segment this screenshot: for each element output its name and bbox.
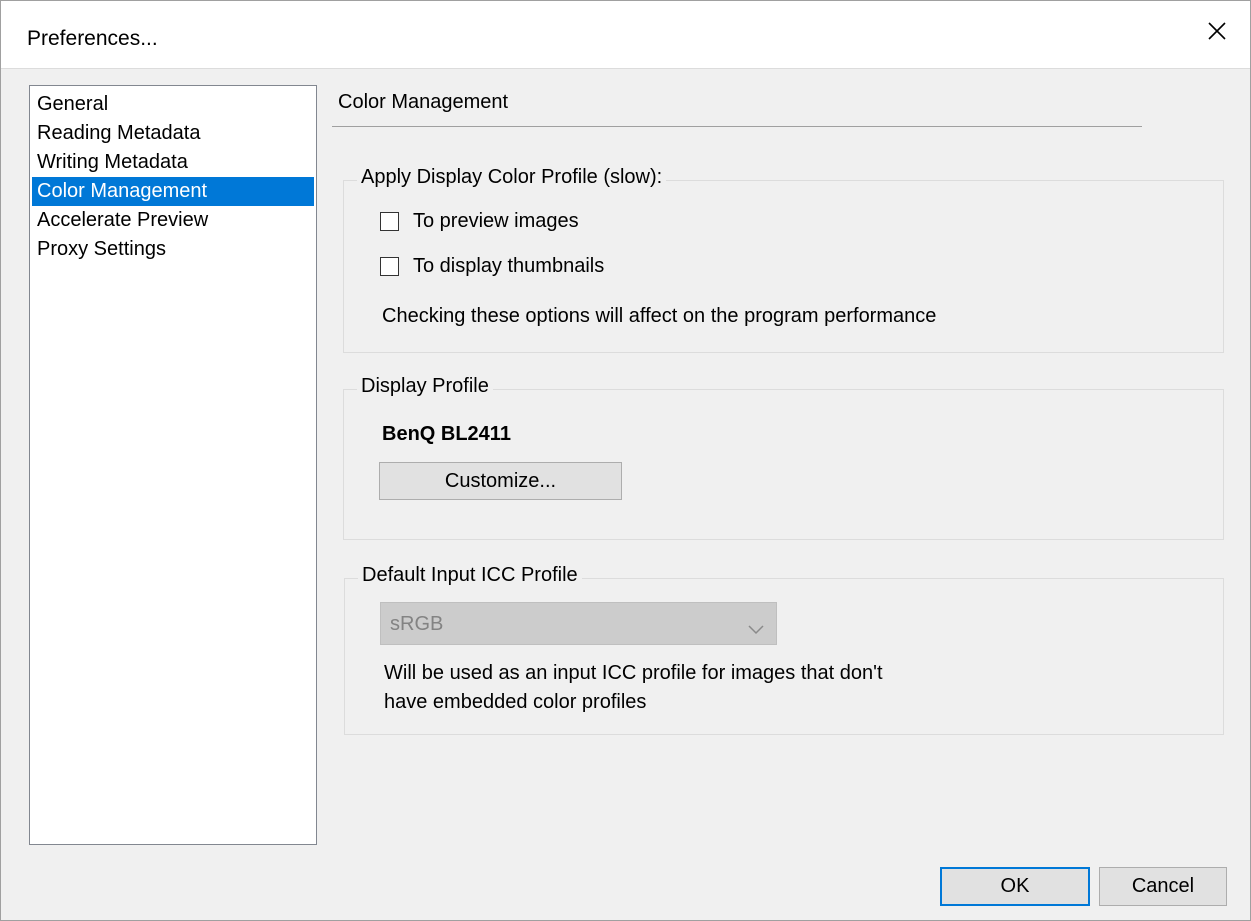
input-icc-profile-value: sRGB: [390, 613, 444, 635]
preferences-category-list[interactable]: General Reading Metadata Writing Metadat…: [29, 85, 317, 845]
cancel-button[interactable]: Cancel: [1099, 867, 1227, 906]
display-thumbnails-label: To display thumbnails: [413, 255, 605, 277]
nav-item-writing-metadata[interactable]: Writing Metadata: [32, 148, 314, 177]
preferences-dialog: Preferences... General Reading Metadata …: [0, 0, 1251, 921]
preview-images-option[interactable]: To preview images: [380, 210, 579, 233]
ok-button[interactable]: OK: [940, 867, 1090, 906]
nav-item-proxy-settings[interactable]: Proxy Settings: [32, 235, 314, 264]
preview-images-checkbox[interactable]: [380, 212, 399, 231]
performance-note: Checking these options will affect on th…: [382, 305, 937, 327]
customize-button-label: Customize...: [444, 469, 557, 492]
display-profile-name: BenQ BL2411: [382, 423, 511, 445]
nav-item-color-management[interactable]: Color Management: [32, 177, 314, 206]
input-icc-note-line1: Will be used as an input ICC profile for…: [384, 662, 883, 684]
input-icc-note-line2: have embedded color profiles: [384, 691, 647, 713]
chevron-down-icon: [748, 618, 764, 635]
input-icc-profile-select[interactable]: sRGB: [380, 602, 777, 645]
customize-button[interactable]: Customize...: [379, 462, 622, 500]
preview-images-label: To preview images: [413, 210, 579, 232]
display-thumbnails-checkbox[interactable]: [380, 257, 399, 276]
ok-button-label: OK: [1000, 875, 1030, 897]
heading-divider: [332, 126, 1142, 127]
nav-item-reading-metadata[interactable]: Reading Metadata: [32, 119, 314, 148]
window-title: Preferences...: [27, 27, 158, 50]
close-icon: [1207, 21, 1227, 47]
cancel-button-label: Cancel: [1131, 875, 1195, 897]
nav-item-general[interactable]: General: [32, 90, 314, 119]
nav-item-accelerate-preview[interactable]: Accelerate Preview: [32, 206, 314, 235]
apply-profile-legend: Apply Display Color Profile (slow):: [357, 166, 667, 189]
display-profile-legend: Display Profile: [357, 375, 493, 398]
display-thumbnails-option[interactable]: To display thumbnails: [380, 255, 604, 278]
page-title: Color Management: [338, 91, 509, 113]
title-bar: Preferences...: [1, 1, 1250, 69]
input-icc-legend: Default Input ICC Profile: [358, 564, 582, 587]
close-button[interactable]: [1184, 1, 1250, 67]
